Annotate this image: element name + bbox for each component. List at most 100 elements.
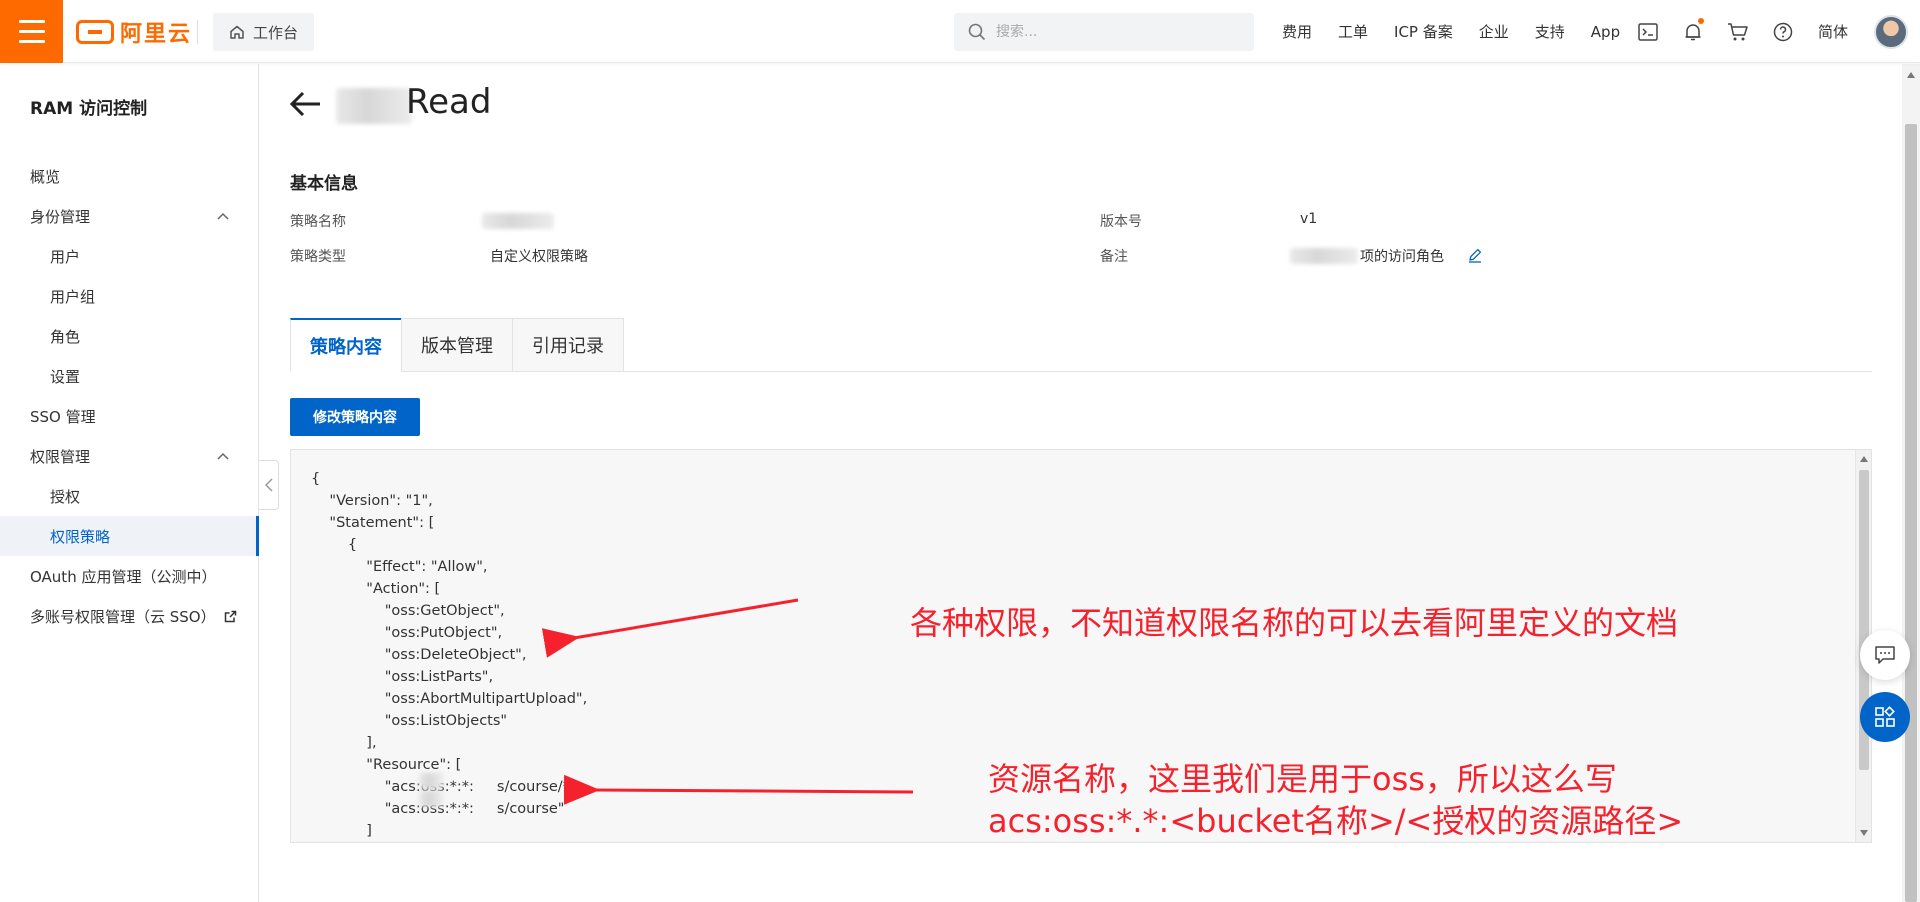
sidebar-item-cloud-sso[interactable]: 多账号权限管理（云 SSO） bbox=[0, 596, 259, 636]
top-nav-links: 费用 工单 ICP 备案 企业 支持 App bbox=[1282, 0, 1646, 63]
sidebar-item-users[interactable]: 用户 bbox=[0, 236, 259, 276]
code-line: "oss:ListParts", bbox=[311, 669, 494, 685]
redacted-policy-name bbox=[336, 88, 412, 124]
redacted-bucket-1 bbox=[419, 773, 443, 789]
code-line: ] bbox=[311, 823, 372, 839]
sidebar-item-label: 授权 bbox=[50, 487, 81, 506]
policy-name-label: 策略名称 bbox=[290, 214, 346, 230]
sidebar-group-identity[interactable]: 身份管理 bbox=[0, 196, 259, 236]
top-navigation-bar: 阿里云 工作台 费用 工单 ICP 备案 企业 支持 App bbox=[0, 0, 1920, 63]
sidebar-item-label: 多账号权限管理（云 SSO） bbox=[30, 607, 216, 626]
sidebar-item-overview[interactable]: 概览 bbox=[0, 156, 259, 196]
redacted-policy-name-value bbox=[482, 213, 554, 229]
code-line: "acs:oss:*:*: s/course/*", bbox=[311, 779, 582, 795]
version-label: 版本号 bbox=[1100, 214, 1142, 230]
remark-value: 项的访问角色 bbox=[1360, 249, 1444, 265]
code-line: "oss:ListObjects" bbox=[311, 713, 508, 729]
tab-label: 策略内容 bbox=[310, 336, 382, 358]
edit-pencil-icon[interactable] bbox=[1467, 247, 1483, 263]
sidebar-item-label: SSO 管理 bbox=[30, 407, 96, 426]
scroll-down-arrow-icon[interactable] bbox=[1860, 830, 1868, 836]
annotation-action-note: 各种权限，不知道权限名称的可以去看阿里定义的文档 bbox=[910, 604, 1679, 642]
basic-info-title: 基本信息 bbox=[290, 174, 358, 194]
sidebar-item-label: 用户 bbox=[50, 247, 81, 266]
policy-tabs: 策略内容 版本管理 引用记录 bbox=[290, 318, 1872, 372]
sidebar-item-label: 角色 bbox=[50, 327, 81, 346]
code-line: "oss:DeleteObject", bbox=[311, 647, 527, 663]
search-box[interactable] bbox=[954, 13, 1254, 51]
back-arrow-icon[interactable] bbox=[290, 91, 322, 117]
cart-icon[interactable] bbox=[1726, 20, 1750, 44]
user-avatar[interactable] bbox=[1874, 15, 1908, 49]
nav-link-support[interactable]: 支持 bbox=[1535, 21, 1565, 42]
bell-icon[interactable] bbox=[1681, 18, 1705, 44]
workbench-button[interactable]: 工作台 bbox=[213, 13, 315, 51]
code-line: "oss:PutObject", bbox=[311, 625, 503, 641]
tab-label: 引用记录 bbox=[532, 336, 604, 357]
annotation-resource-note-2: acs:oss:*.*:<bucket名称>/<授权的资源路径> bbox=[988, 802, 1684, 840]
sidebar-title: RAM 访问控制 bbox=[30, 99, 148, 119]
code-line: { bbox=[311, 537, 358, 553]
code-line: "Action": [ bbox=[311, 581, 441, 597]
code-line: "Version": "1", bbox=[311, 493, 433, 509]
nav-link-tickets[interactable]: 工单 bbox=[1338, 21, 1368, 42]
remark-label: 备注 bbox=[1100, 249, 1128, 265]
code-line: "oss:AbortMultipartUpload", bbox=[311, 691, 588, 707]
nav-link-enterprise[interactable]: 企业 bbox=[1479, 21, 1509, 42]
sidebar-item-label: 身份管理 bbox=[30, 207, 91, 226]
feedback-chat-button[interactable] bbox=[1860, 630, 1910, 680]
divider bbox=[197, 20, 198, 44]
chat-icon bbox=[1875, 646, 1895, 664]
sidebar-item-label: 用户组 bbox=[50, 287, 96, 306]
tab-version-management[interactable]: 版本管理 bbox=[401, 318, 513, 372]
chevron-up-icon bbox=[217, 452, 229, 460]
sidebar-group-permissions[interactable]: 权限管理 bbox=[0, 436, 259, 476]
sidebar-item-policies[interactable]: 权限策略 bbox=[0, 516, 259, 556]
tab-reference-records[interactable]: 引用记录 bbox=[512, 318, 624, 372]
tab-label: 版本管理 bbox=[421, 336, 493, 357]
home-icon bbox=[230, 25, 244, 39]
chevron-up-icon bbox=[217, 212, 229, 220]
version-value: v1 bbox=[1300, 211, 1318, 227]
page-scrollbar-thumb[interactable] bbox=[1905, 124, 1917, 902]
search-icon bbox=[968, 23, 986, 41]
sidebar-item-label: 权限管理 bbox=[30, 447, 91, 466]
apps-grid-icon bbox=[1875, 706, 1895, 727]
nav-link-app[interactable]: App bbox=[1591, 23, 1620, 41]
logo-text: 阿里云 bbox=[120, 22, 193, 47]
notification-dot bbox=[1698, 18, 1704, 24]
sidebar-item-oauth-apps[interactable]: OAuth 应用管理（公测中） bbox=[0, 556, 259, 596]
code-line: "oss:GetObject", bbox=[311, 603, 505, 619]
sidebar-item-grants[interactable]: 授权 bbox=[0, 476, 259, 516]
hamburger-menu-button[interactable] bbox=[0, 0, 63, 63]
nav-link-icp[interactable]: ICP 备案 bbox=[1394, 21, 1453, 42]
page-scroll-up-icon[interactable] bbox=[1907, 72, 1915, 78]
aliyun-logo-icon bbox=[76, 20, 114, 44]
code-line: "Statement": [ bbox=[311, 515, 435, 531]
edit-policy-button[interactable]: 修改策略内容 bbox=[290, 398, 420, 436]
tab-policy-content[interactable]: 策略内容 bbox=[290, 318, 402, 372]
sidebar-item-sso[interactable]: SSO 管理 bbox=[0, 396, 259, 436]
annotation-resource-note-1: 资源名称，这里我们是用于oss，所以这么写 bbox=[988, 760, 1617, 798]
code-line: { bbox=[311, 471, 321, 487]
language-switch[interactable]: 简体 bbox=[1818, 21, 1848, 42]
sidebar-item-settings[interactable]: 设置 bbox=[0, 356, 259, 396]
help-icon[interactable] bbox=[1771, 20, 1795, 44]
external-link-icon bbox=[224, 610, 236, 622]
terminal-icon[interactable] bbox=[1636, 20, 1660, 44]
redacted-remark-prefix bbox=[1290, 248, 1358, 264]
aliyun-logo[interactable]: 阿里云 bbox=[76, 18, 193, 47]
code-line: "Effect": "Allow", bbox=[311, 559, 488, 575]
workbench-label: 工作台 bbox=[253, 23, 299, 42]
search-input[interactable] bbox=[996, 24, 1216, 40]
sidebar-item-roles[interactable]: 角色 bbox=[0, 316, 259, 356]
scroll-up-arrow-icon[interactable] bbox=[1860, 456, 1868, 462]
code-line: ], bbox=[311, 735, 377, 751]
page-title: Read bbox=[406, 82, 492, 122]
sidebar-item-label: 权限策略 bbox=[50, 527, 111, 546]
nav-link-billing[interactable]: 费用 bbox=[1282, 21, 1312, 42]
quick-apps-button[interactable] bbox=[1860, 692, 1910, 742]
sidebar-item-user-groups[interactable]: 用户组 bbox=[0, 276, 259, 316]
page-scrollbar[interactable] bbox=[1902, 64, 1920, 902]
sidebar: RAM 访问控制 概览 身份管理 用户 用户组 角色 设置 SSO 管理 权限管… bbox=[0, 64, 259, 902]
